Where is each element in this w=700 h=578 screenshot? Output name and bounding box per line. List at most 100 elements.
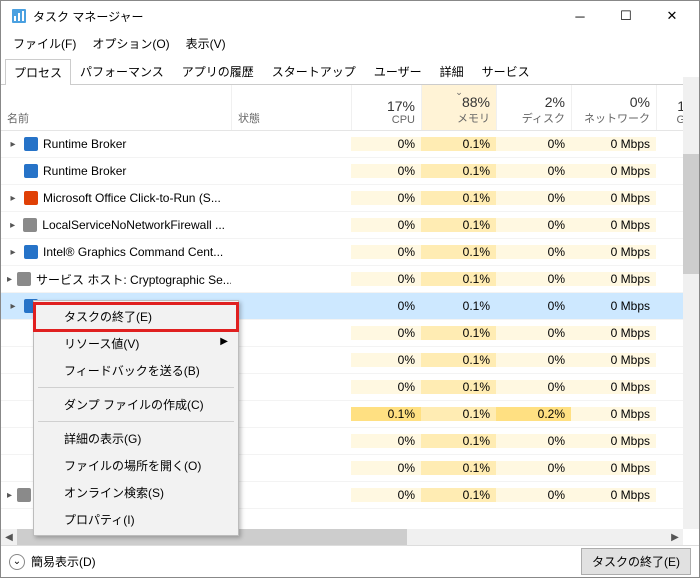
disk-value: 0%	[496, 218, 571, 232]
process-icon	[23, 163, 39, 179]
ctx-properties[interactable]: プロパティ(I)	[36, 506, 236, 533]
menubar: ファイル(F) オプション(O) 表示(V)	[1, 31, 699, 56]
chevron-down-icon: ⌄	[9, 554, 25, 570]
col-memory[interactable]: ⌄88%メモリ	[421, 85, 496, 130]
cpu-value: 0%	[351, 272, 421, 286]
ctx-resource-values[interactable]: リソース値(V)▶	[36, 330, 236, 357]
vertical-scrollbar[interactable]	[683, 77, 699, 529]
process-name: LocalServiceNoNetworkFirewall ...	[42, 218, 225, 232]
memory-value: 0.1%	[421, 299, 496, 313]
process-row[interactable]: ▸Intel® Graphics Command Cent...0%0.1%0%…	[1, 239, 699, 266]
tab-1[interactable]: パフォーマンス	[71, 58, 173, 84]
cpu-value: 0%	[351, 326, 421, 340]
cpu-value: 0%	[351, 380, 421, 394]
disk-value: 0%	[496, 191, 571, 205]
footer: ⌄ 簡易表示(D) タスクの終了(E)	[1, 545, 699, 577]
process-icon	[16, 487, 32, 503]
expand-toggle-icon[interactable]: ▸	[7, 490, 12, 501]
ctx-end-task[interactable]: タスクの終了(E)	[36, 303, 236, 330]
ctx-search-online[interactable]: オンライン検索(S)	[36, 479, 236, 506]
menu-options[interactable]: オプション(O)	[86, 33, 175, 54]
close-button[interactable]: ✕	[649, 1, 695, 31]
cpu-value: 0%	[351, 353, 421, 367]
process-name: Runtime Broker	[43, 164, 126, 178]
process-icon	[23, 136, 39, 152]
network-value: 0 Mbps	[571, 461, 656, 475]
memory-value: 0.1%	[421, 353, 496, 367]
network-value: 0 Mbps	[571, 488, 656, 502]
memory-value: 0.1%	[421, 326, 496, 340]
col-name[interactable]: 名前	[1, 85, 231, 130]
expand-toggle-icon[interactable]: ▸	[7, 220, 18, 231]
process-icon	[23, 244, 39, 260]
col-network[interactable]: 0%ネットワーク	[571, 85, 656, 130]
cpu-value: 0%	[351, 434, 421, 448]
cpu-value: 0%	[351, 299, 421, 313]
col-disk[interactable]: 2%ディスク	[496, 85, 571, 130]
disk-value: 0%	[496, 326, 571, 340]
process-row[interactable]: Runtime Broker0%0.1%0%0 Mbps	[1, 158, 699, 185]
ctx-go-details[interactable]: 詳細の表示(G)	[36, 425, 236, 452]
scroll-left-icon[interactable]: ◀	[1, 532, 17, 543]
memory-value: 0.1%	[421, 245, 496, 259]
expand-toggle-icon[interactable]: ▸	[7, 139, 19, 150]
process-icon	[16, 271, 32, 287]
cpu-value: 0%	[351, 218, 421, 232]
disk-value: 0%	[496, 434, 571, 448]
cpu-value: 0%	[351, 461, 421, 475]
menu-file[interactable]: ファイル(F)	[7, 33, 82, 54]
expand-toggle-icon[interactable]: ▸	[7, 301, 19, 312]
process-row[interactable]: ▸Microsoft Office Click-to-Run (S...0%0.…	[1, 185, 699, 212]
fewer-details-toggle[interactable]: ⌄ 簡易表示(D)	[9, 553, 96, 570]
ctx-open-location[interactable]: ファイルの場所を開く(O)	[36, 452, 236, 479]
ctx-feedback[interactable]: フィードバックを送る(B)	[36, 357, 236, 384]
ctx-separator	[38, 421, 234, 422]
scrollbar-thumb[interactable]	[683, 154, 699, 274]
disk-value: 0%	[496, 488, 571, 502]
ctx-separator	[38, 387, 234, 388]
tab-6[interactable]: サービス	[473, 58, 539, 84]
process-row[interactable]: ▸サービス ホスト: Cryptographic Se...0%0.1%0%0 …	[1, 266, 699, 293]
disk-value: 0.2%	[496, 407, 571, 421]
cpu-value: 0%	[351, 488, 421, 502]
process-name: Runtime Broker	[43, 137, 126, 151]
network-value: 0 Mbps	[571, 164, 656, 178]
tab-4[interactable]: ユーザー	[365, 58, 431, 84]
expand-toggle-icon[interactable]: ▸	[7, 193, 19, 204]
app-icon	[11, 8, 27, 24]
ctx-create-dump[interactable]: ダンプ ファイルの作成(C)	[36, 391, 236, 418]
scroll-right-icon[interactable]: ▶	[667, 532, 683, 543]
expand-toggle-icon[interactable]: ▸	[7, 247, 19, 258]
memory-value: 0.1%	[421, 272, 496, 286]
col-cpu[interactable]: 17%CPU	[351, 85, 421, 130]
cpu-value: 0%	[351, 191, 421, 205]
network-value: 0 Mbps	[571, 245, 656, 259]
network-value: 0 Mbps	[571, 326, 656, 340]
process-name: サービス ホスト: Cryptographic Se...	[36, 271, 231, 288]
memory-value: 0.1%	[421, 137, 496, 151]
process-row[interactable]: ▸LocalServiceNoNetworkFirewall ...0%0.1%…	[1, 212, 699, 239]
memory-value: 0.1%	[421, 407, 496, 421]
col-status[interactable]: 状態	[231, 85, 351, 130]
process-icon	[22, 217, 38, 233]
cpu-value: 0%	[351, 245, 421, 259]
tab-2[interactable]: アプリの履歴	[173, 58, 263, 84]
submenu-arrow-icon: ▶	[220, 336, 228, 347]
cpu-value: 0%	[351, 137, 421, 151]
network-value: 0 Mbps	[571, 434, 656, 448]
memory-value: 0.1%	[421, 488, 496, 502]
process-row[interactable]: ▸Runtime Broker0%0.1%0%0 Mbps	[1, 131, 699, 158]
minimize-button[interactable]: ─	[557, 1, 603, 31]
process-name: Microsoft Office Click-to-Run (S...	[43, 191, 221, 205]
end-task-button[interactable]: タスクの終了(E)	[581, 548, 691, 575]
expand-toggle-icon[interactable]: ▸	[7, 274, 12, 285]
memory-value: 0.1%	[421, 461, 496, 475]
sort-indicator-icon: ⌄	[455, 87, 463, 98]
tab-3[interactable]: スタートアップ	[263, 58, 365, 84]
tab-5[interactable]: 詳細	[431, 58, 473, 84]
tab-0[interactable]: プロセス	[5, 59, 71, 85]
maximize-button[interactable]: ☐	[603, 1, 649, 31]
process-name: Intel® Graphics Command Cent...	[43, 245, 223, 259]
network-value: 0 Mbps	[571, 380, 656, 394]
menu-view[interactable]: 表示(V)	[180, 33, 232, 54]
